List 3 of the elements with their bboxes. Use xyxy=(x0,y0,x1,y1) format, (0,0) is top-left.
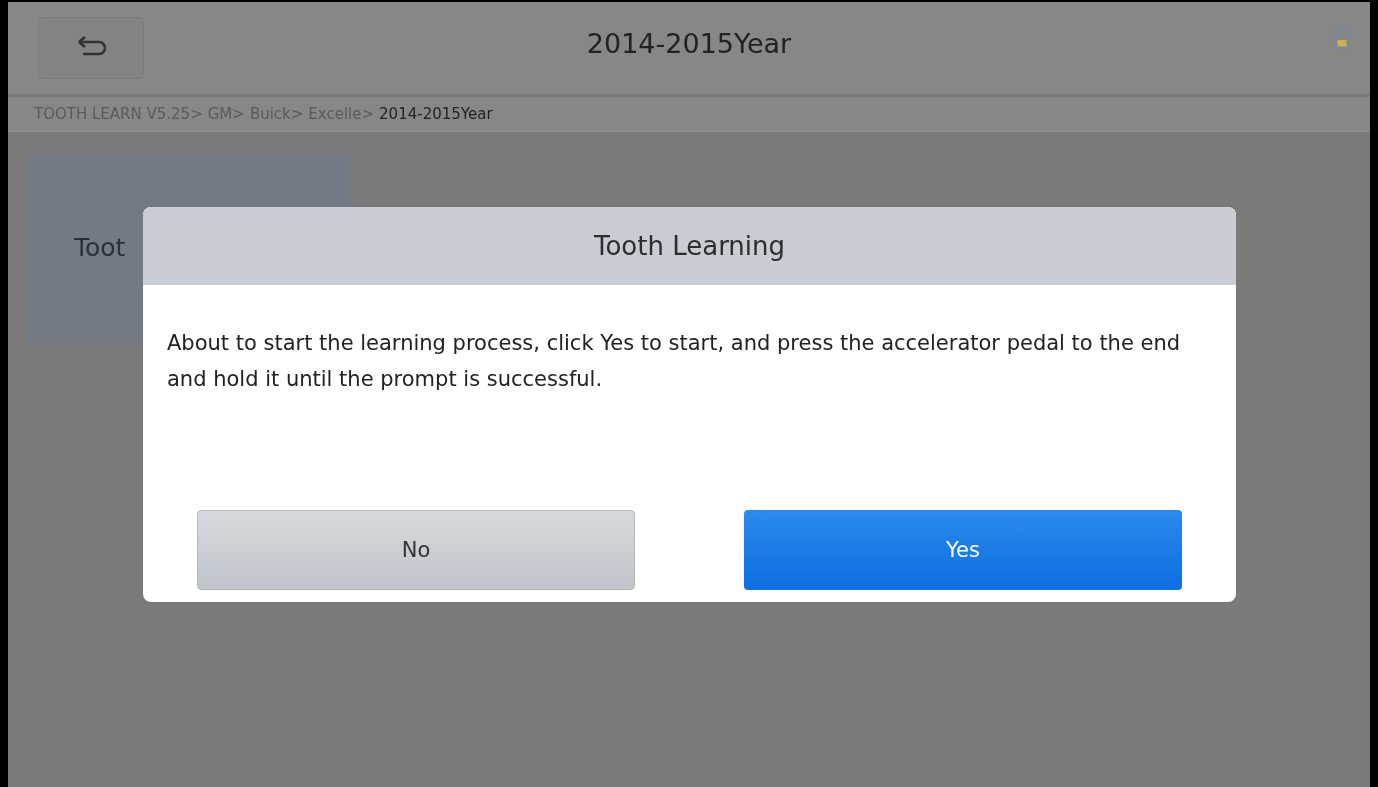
dialog-message: About to start the learning process, click Yes to start, and press the accelerator pedal to the end and hold it until the prompt is successful. xyxy=(167,330,1182,393)
page-title: 2014-2015Year xyxy=(586,28,792,59)
dialog-title: Tooth Learning xyxy=(143,207,1236,285)
